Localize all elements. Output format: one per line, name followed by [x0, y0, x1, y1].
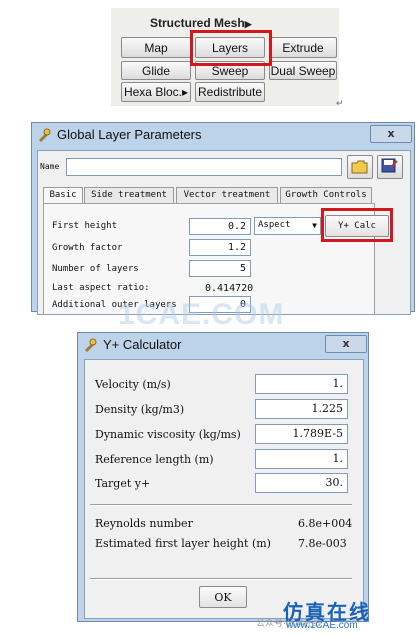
footer-url: www.1CAE.com — [286, 620, 358, 631]
hexa-block-button[interactable]: Hexa Bloc.▸ — [121, 82, 191, 102]
last-aspect-ratio-value: 0.414720 — [205, 283, 254, 294]
tool-icon — [37, 127, 51, 142]
density-input[interactable]: 1.225 — [255, 399, 348, 419]
target-yplus-label: Target y+ — [95, 477, 151, 490]
save-button[interactable] — [377, 155, 403, 179]
height-mode-select[interactable]: Aspect ▼ — [254, 217, 321, 235]
enter-mark: ↵ — [336, 99, 344, 109]
reynolds-number-value: 6.8e+004 — [298, 517, 353, 530]
open-folder-button[interactable] — [347, 155, 373, 179]
velocity-label: Velocity (m/s) — [95, 378, 171, 391]
reference-length-label: Reference length (m) — [95, 453, 214, 466]
growth-factor-label: Growth factor — [52, 243, 123, 253]
ok-button[interactable]: OK — [199, 586, 247, 608]
watermark-text: 1CAE.COM — [118, 298, 285, 331]
dual-sweep-button[interactable]: Dual Sweep — [269, 61, 337, 80]
structured-mesh-title: Structured Mesh▶ — [150, 16, 252, 30]
separator — [90, 578, 352, 580]
submenu-arrow-icon: ▶ — [244, 19, 252, 29]
extrude-button[interactable]: Extrude — [269, 37, 337, 58]
first-height-input[interactable]: 0.2 — [189, 218, 251, 235]
separator — [90, 504, 352, 506]
estimated-first-layer-height-value: 7.8e-003 — [298, 537, 347, 550]
redistribute-button[interactable]: Redistribute — [195, 82, 265, 102]
folder-icon — [351, 159, 368, 178]
glide-button[interactable]: Glide — [121, 61, 191, 80]
save-icon — [381, 158, 398, 178]
first-height-label: First height — [52, 221, 118, 231]
ypc-close-button[interactable]: x — [325, 335, 367, 353]
glp-title: Global Layer Parameters — [57, 126, 202, 142]
number-of-layers-label: Number of layers — [52, 264, 139, 274]
density-label: Density (kg/m3) — [95, 403, 185, 416]
map-button[interactable]: Map — [121, 37, 191, 58]
glp-close-button[interactable]: x — [370, 125, 412, 143]
tool-icon — [83, 337, 97, 352]
number-of-layers-input[interactable]: 5 — [189, 260, 251, 277]
target-yplus-input[interactable]: 30. — [255, 473, 348, 493]
reference-length-input[interactable]: 1. — [255, 449, 348, 469]
height-mode-value: Aspect — [258, 220, 291, 230]
growth-factor-input[interactable]: 1.2 — [189, 239, 251, 256]
chevron-down-icon: ▼ — [312, 221, 317, 230]
yplus-highlight-box — [321, 208, 393, 242]
tab-vector-treatment[interactable]: Vector treatment — [176, 187, 278, 203]
dynamic-viscosity-label: Dynamic viscosity (kg/ms) — [95, 428, 241, 441]
name-input[interactable] — [66, 158, 342, 176]
layers-highlight-box — [190, 30, 272, 66]
tab-basic[interactable]: Basic — [43, 187, 83, 204]
reynolds-number-label: Reynolds number — [95, 517, 193, 530]
structured-mesh-title-text: Structured Mesh — [150, 16, 245, 30]
last-aspect-ratio-label: Last aspect ratio: — [52, 283, 150, 293]
ypc-title: Y+ Calculator — [103, 336, 182, 352]
tab-side-treatment[interactable]: Side treatment — [84, 187, 174, 203]
dynamic-viscosity-input[interactable]: 1.789E-5 — [255, 424, 348, 444]
velocity-input[interactable]: 1. — [255, 374, 348, 394]
tab-growth-controls[interactable]: Growth Controls — [280, 187, 372, 203]
name-label: Name — [40, 162, 60, 171]
estimated-first-layer-height-label: Estimated first layer height (m) — [95, 537, 271, 550]
glp-titlebar: Global Layer Parameters — [32, 123, 414, 145]
